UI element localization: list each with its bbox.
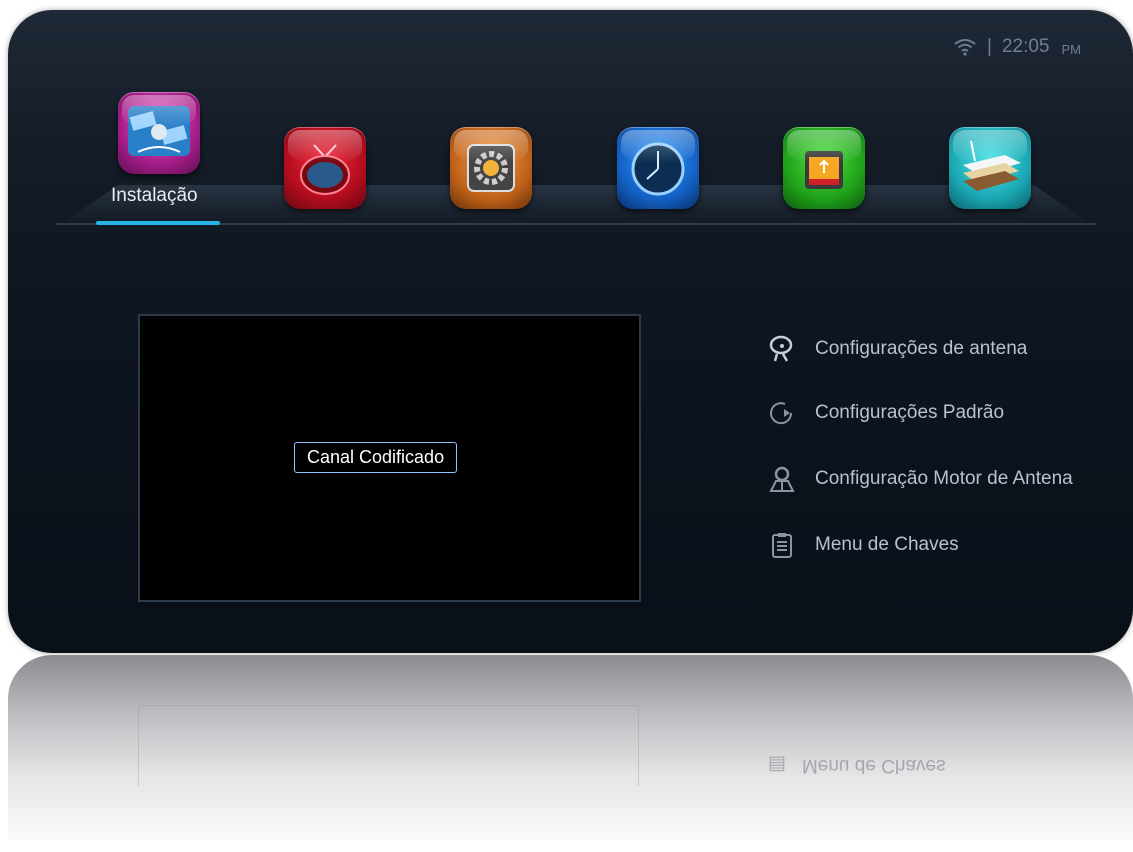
clock-time: 22:05 bbox=[1001, 36, 1050, 57]
clock-icon bbox=[631, 142, 685, 196]
menu-item-antenna-motor[interactable]: Configuração Motor de Antena bbox=[765, 462, 1073, 496]
satellite-dish-icon bbox=[765, 332, 799, 366]
settings-app-button[interactable] bbox=[450, 127, 532, 209]
menu-item-label: Configurações de antena bbox=[815, 338, 1028, 359]
screen-reflection: ▤ Menu de Chaves bbox=[8, 655, 1133, 840]
selection-indicator bbox=[96, 221, 220, 225]
reflected-menu-item: ▤ Menu de Chaves bbox=[768, 753, 946, 776]
router-icon bbox=[963, 140, 1021, 191]
clock-app-button[interactable] bbox=[617, 127, 699, 209]
satellite-icon bbox=[128, 106, 190, 156]
menu-item-label: Configuração Motor de Antena bbox=[815, 468, 1073, 489]
encrypted-channel-badge: Canal Codificado bbox=[294, 442, 458, 473]
network-app-button[interactable] bbox=[949, 127, 1031, 209]
clipboard-list-icon: ▤ bbox=[768, 754, 786, 775]
clock-ampm: PM bbox=[1061, 41, 1082, 57]
usb-drive-icon bbox=[805, 151, 843, 189]
menu-item-label: Configurações Padrão bbox=[815, 402, 1005, 423]
tv-app-button[interactable] bbox=[284, 127, 366, 209]
gear-icon bbox=[467, 144, 515, 192]
menu-item-antenna-settings[interactable]: Configurações de antena bbox=[765, 332, 1027, 366]
tv-screen: | 22:05 PM Instalação Canal Codificado C… bbox=[8, 10, 1133, 653]
status-separator: | bbox=[987, 36, 992, 57]
status-bar: | 22:05 PM bbox=[953, 36, 1081, 58]
wifi-icon bbox=[953, 38, 977, 56]
reflected-menu-label: Menu de Chaves bbox=[801, 755, 946, 776]
reflected-preview bbox=[138, 705, 639, 786]
clipboard-list-icon bbox=[765, 528, 799, 562]
menu-item-default-settings[interactable]: Configurações Padrão bbox=[765, 396, 1004, 430]
menu-item-switch-menu[interactable]: Menu de Chaves bbox=[765, 528, 959, 562]
usb-app-button[interactable] bbox=[783, 127, 865, 209]
menu-item-label: Menu de Chaves bbox=[815, 534, 959, 555]
reset-icon bbox=[765, 396, 799, 430]
satellite-app-button[interactable] bbox=[118, 92, 200, 174]
motor-location-icon bbox=[765, 462, 799, 496]
selected-app-label: Instalação bbox=[111, 185, 198, 206]
tv-icon bbox=[300, 144, 350, 195]
